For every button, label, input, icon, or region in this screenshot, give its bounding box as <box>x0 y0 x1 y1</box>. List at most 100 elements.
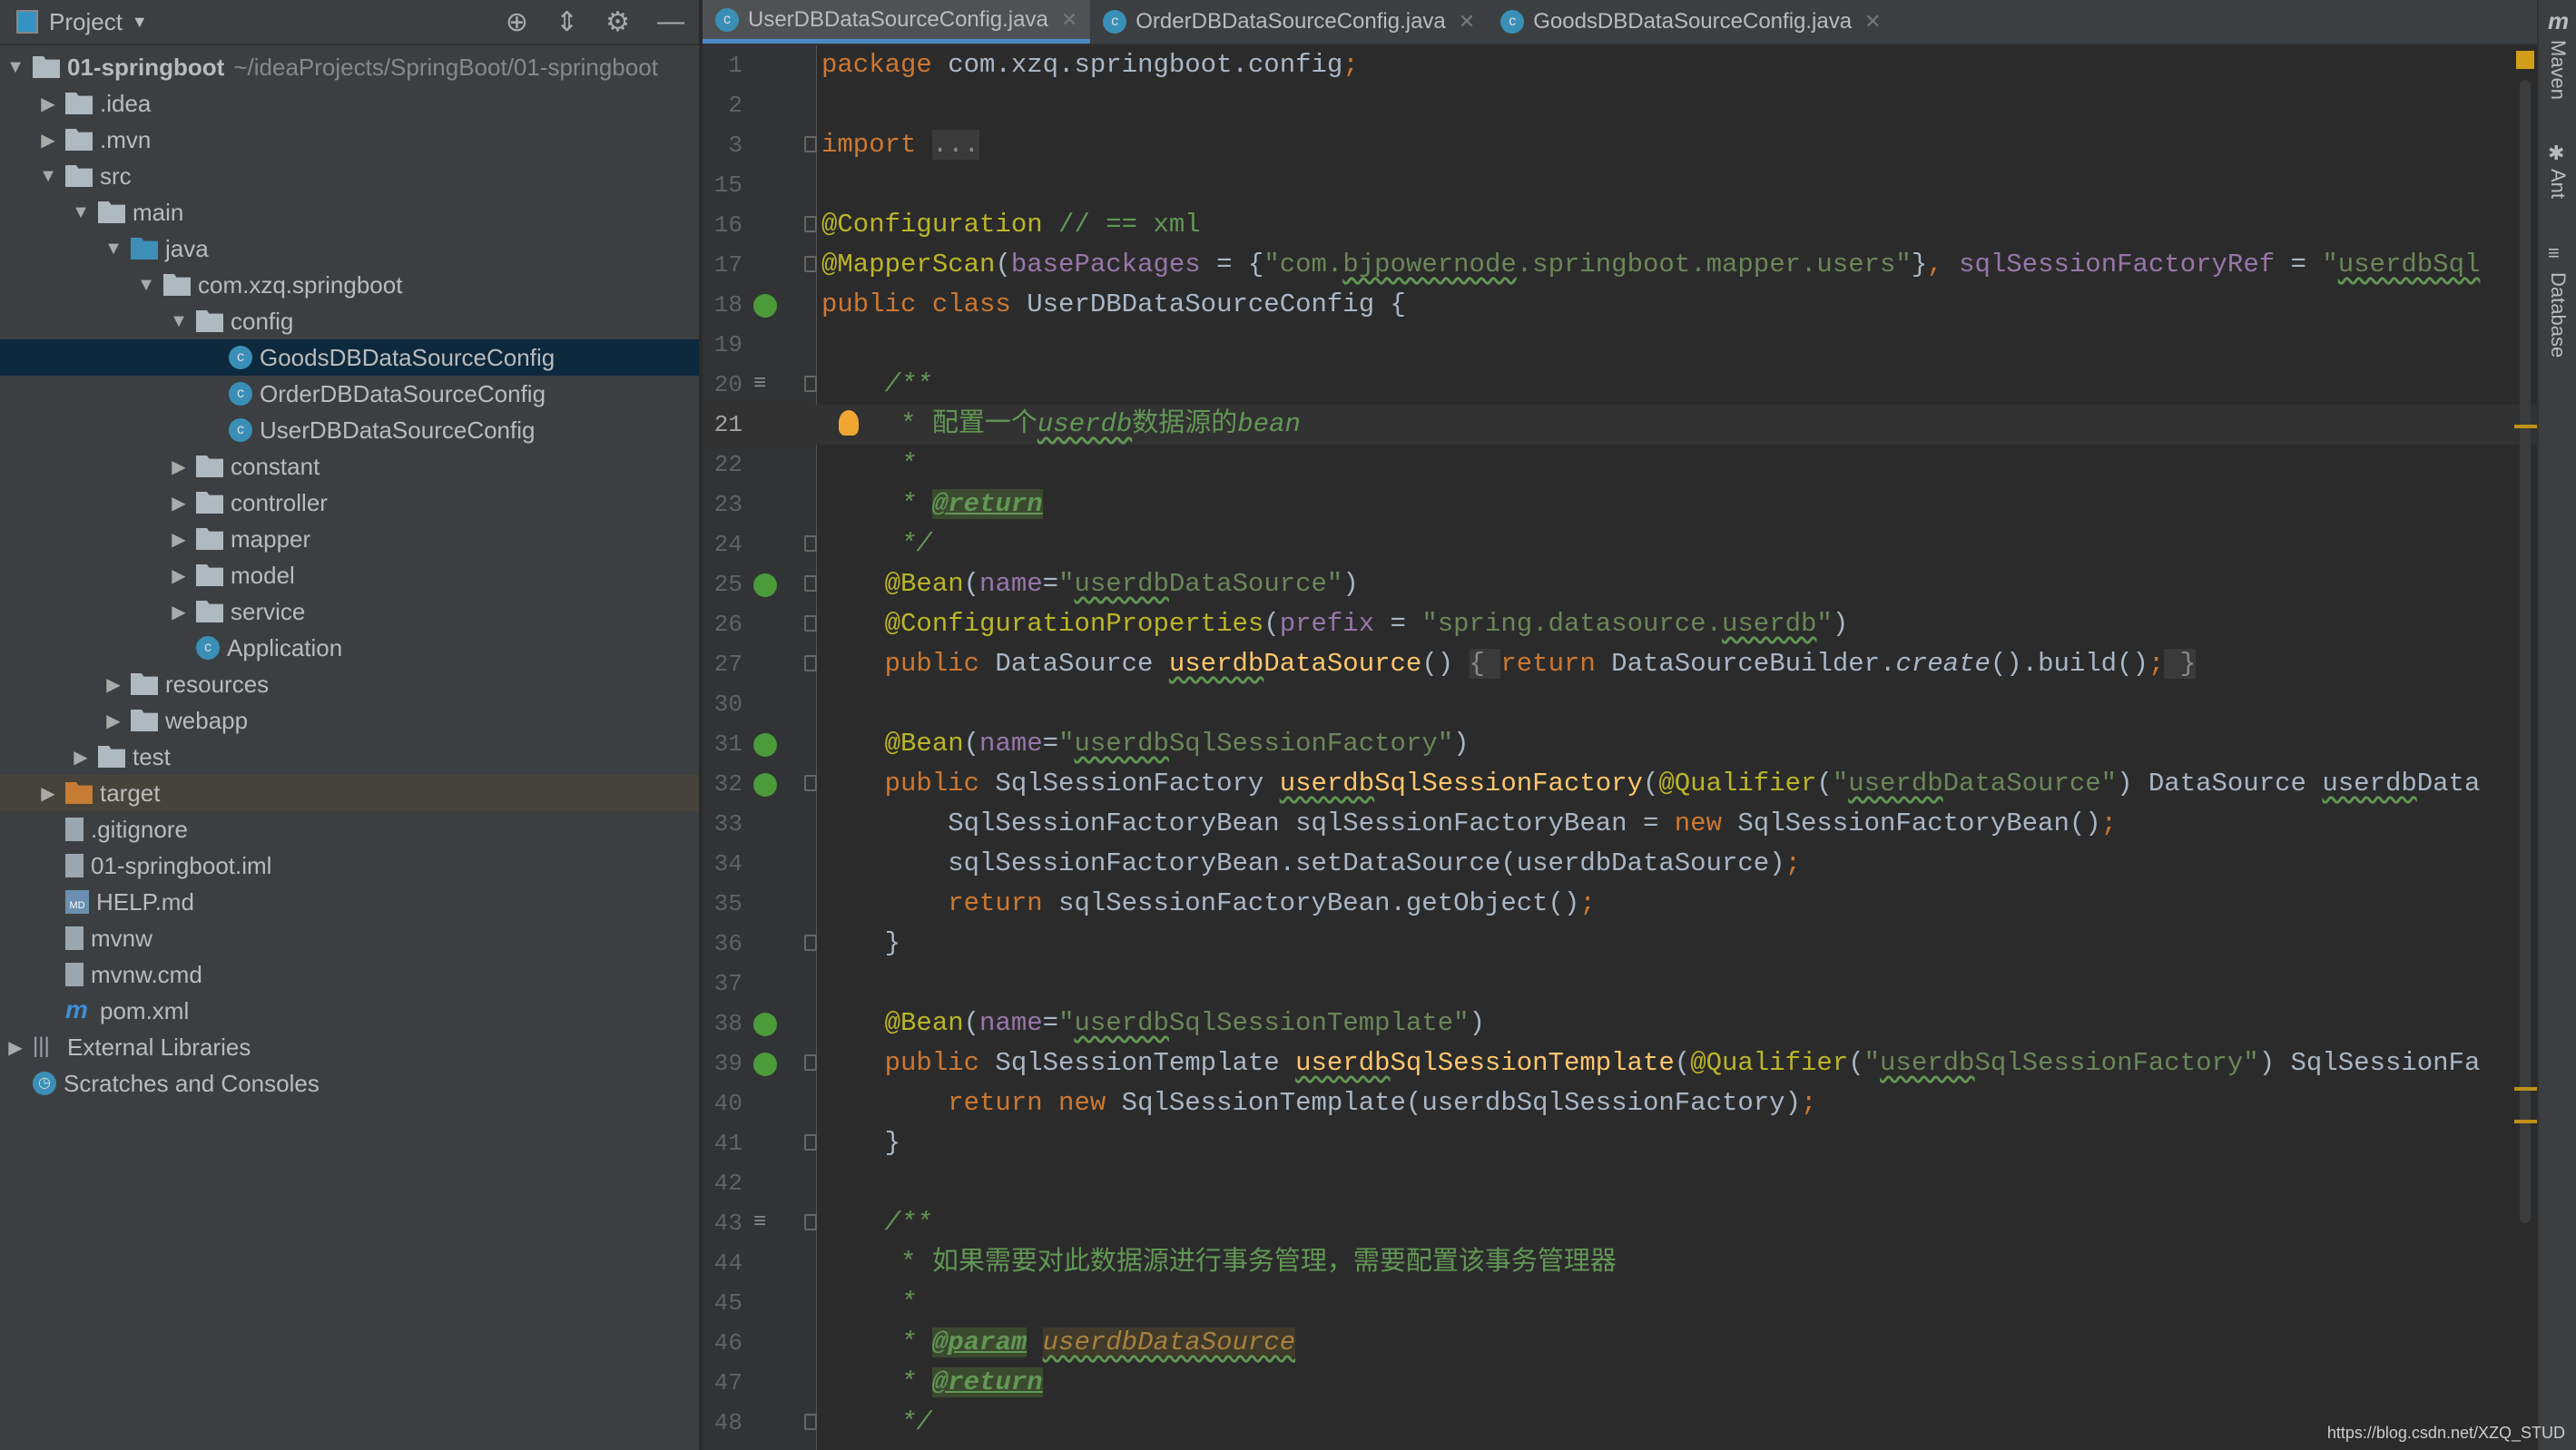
locate-icon[interactable]: ⊕ <box>506 6 528 38</box>
code-line[interactable]: 44 * 如果需要对此数据源进行事务管理，需要配置该事务管理器 <box>703 1243 2537 1283</box>
tree-item[interactable]: ◷ Scratches and Consoles <box>0 1065 699 1102</box>
tool-tab-ant[interactable]: Ant <box>2546 169 2570 199</box>
tree-item[interactable]: c UserDBDataSourceConfig <box>0 412 699 448</box>
tree-item[interactable]: ▶ webapp <box>0 702 699 739</box>
code-line[interactable]: 47 * @return <box>703 1363 2537 1403</box>
code-line[interactable]: 25 @Bean(name="userdbDataSource") <box>703 564 2537 604</box>
fold-marker-icon[interactable] <box>804 575 817 592</box>
tree-item[interactable]: ▶ target <box>0 775 699 811</box>
collapsed-arrow-icon[interactable]: ▶ <box>103 673 123 696</box>
code-line[interactable]: 36 } <box>703 924 2537 964</box>
fold-marker-icon[interactable] <box>804 535 817 552</box>
code-line[interactable]: 17 @MapperScan(basePackages = {"com.bjpow… <box>703 245 2537 285</box>
code-line[interactable]: 19 <box>703 325 2537 365</box>
code-line[interactable]: 48 */ <box>703 1403 2537 1443</box>
collapsed-arrow-icon[interactable]: ▶ <box>169 492 189 514</box>
fold-marker-icon[interactable] <box>804 615 817 632</box>
fold-marker-icon[interactable] <box>804 376 817 392</box>
collapsed-arrow-icon[interactable]: ▶ <box>169 528 189 551</box>
close-icon[interactable]: ✕ <box>1061 8 1077 32</box>
code-line[interactable]: 26 @ConfigurationProperties(prefix = "sp… <box>703 604 2537 644</box>
tree-item[interactable]: m pom.xml <box>0 993 699 1029</box>
gear-icon[interactable]: ⚙ <box>605 6 630 38</box>
minimize-icon[interactable]: — <box>657 6 684 38</box>
tree-item[interactable]: ▶ service <box>0 593 699 630</box>
expanded-arrow-icon[interactable]: ▼ <box>169 311 189 332</box>
fold-marker-icon[interactable] <box>804 1054 817 1071</box>
tab-file[interactable]: c UserDBDataSourceConfig.java ✕ <box>703 0 1091 44</box>
database-icon[interactable]: ≡ <box>2548 241 2560 265</box>
code-line[interactable]: 15 <box>703 165 2537 205</box>
tree-item[interactable]: .gitignore <box>0 811 699 847</box>
tree-item[interactable]: ▶ resources <box>0 666 699 702</box>
code-line[interactable]: 46 * @param userdbDataSource <box>703 1323 2537 1363</box>
spring-bean-gutter-icon[interactable] <box>753 733 777 757</box>
code-line[interactable]: 3 import ... <box>703 125 2537 165</box>
fold-marker-icon[interactable] <box>804 1214 817 1230</box>
tree-item[interactable]: mvnw <box>0 920 699 956</box>
code-editor[interactable]: 1 package com.xzq.springboot.config; 2 3 imp… <box>703 45 2537 1450</box>
spring-bean-gutter-icon[interactable] <box>753 773 777 797</box>
toggle-rendered-view-icon[interactable]: ≡ <box>753 365 777 397</box>
tree-item[interactable]: ▼ main <box>0 194 699 230</box>
editor-scrollbar[interactable] <box>2520 80 2531 1223</box>
collapsed-arrow-icon[interactable]: ▶ <box>38 129 58 152</box>
collapsed-arrow-icon[interactable]: ▶ <box>71 746 91 769</box>
tree-item[interactable]: ▶ mapper <box>0 521 699 557</box>
code-line[interactable]: 24 */ <box>703 524 2537 564</box>
spring-bean-gutter-icon[interactable] <box>753 1013 777 1036</box>
project-view-selector[interactable]: Project <box>49 8 123 36</box>
collapsed-arrow-icon[interactable]: ▶ <box>103 710 123 732</box>
code-line[interactable]: 37 <box>703 964 2537 1004</box>
code-line[interactable]: 22 * <box>703 445 2537 485</box>
maven-icon[interactable]: m <box>2548 7 2569 35</box>
fold-marker-icon[interactable] <box>804 1134 817 1151</box>
code-line[interactable]: 33 SqlSessionFactoryBean sqlSessionFacto… <box>703 804 2537 844</box>
collapsed-arrow-icon[interactable]: ▶ <box>38 782 58 805</box>
chevron-down-icon[interactable]: ▼ <box>132 13 148 32</box>
code-line[interactable]: 1 package com.xzq.springboot.config; <box>703 45 2537 85</box>
tree-item[interactable]: mvnw.cmd <box>0 956 699 993</box>
tree-item[interactable]: ▶ .idea <box>0 85 699 122</box>
code-line[interactable]: 34 sqlSessionFactoryBean.setDataSource(u… <box>703 844 2537 884</box>
code-line[interactable]: 38 @Bean(name="userdbSqlSessionTemplate"… <box>703 1004 2537 1043</box>
tree-item[interactable]: ▼ config <box>0 303 699 339</box>
fold-marker-icon[interactable] <box>804 655 817 671</box>
tree-item[interactable]: c Application <box>0 630 699 666</box>
tree-item[interactable]: ▶ test <box>0 739 699 775</box>
expanded-arrow-icon[interactable]: ▼ <box>5 57 25 78</box>
code-line[interactable]: 21 * 配置一个userdb数据源的bean <box>703 405 2537 445</box>
spring-bean-gutter-icon[interactable] <box>753 1053 777 1076</box>
spring-bean-gutter-icon[interactable] <box>753 573 777 597</box>
tree-item[interactable]: MD HELP.md <box>0 884 699 920</box>
tree-item[interactable]: ▶ model <box>0 557 699 593</box>
code-line[interactable]: 39 public SqlSessionTemplate userdbSqlSe… <box>703 1043 2537 1083</box>
code-line[interactable]: 30 <box>703 684 2537 724</box>
fold-marker-icon[interactable] <box>804 1414 817 1430</box>
code-line[interactable]: 27 public DataSource userdbDataSource() … <box>703 644 2537 684</box>
fold-marker-icon[interactable] <box>804 775 817 791</box>
tree-item[interactable]: ▶ .mvn <box>0 122 699 158</box>
tree-item[interactable]: ▼ 01-springboot ~/ideaProjects/SpringBoot/… <box>0 49 699 85</box>
tree-item[interactable]: c OrderDBDataSourceConfig <box>0 376 699 412</box>
code-line[interactable]: 45 * <box>703 1283 2537 1323</box>
scroll-marker[interactable] <box>2514 425 2540 428</box>
tree-item[interactable]: ▶ ||| External Libraries <box>0 1029 699 1065</box>
fold-marker-icon[interactable] <box>804 935 817 951</box>
tree-item[interactable]: ▶ controller <box>0 485 699 521</box>
collapsed-arrow-icon[interactable]: ▶ <box>38 93 58 115</box>
tree-item[interactable]: ▶ constant <box>0 448 699 485</box>
code-line[interactable]: 16 @Configuration // == xml <box>703 205 2537 245</box>
code-line[interactable]: 2 <box>703 85 2537 125</box>
warning-indicator-icon[interactable] <box>2516 51 2534 69</box>
code-line[interactable]: 41 } <box>703 1123 2537 1163</box>
tree-item[interactable]: ▼ src <box>0 158 699 194</box>
fold-marker-icon[interactable] <box>804 216 817 232</box>
tree-item[interactable]: 01-springboot.iml <box>0 847 699 884</box>
expanded-arrow-icon[interactable]: ▼ <box>136 275 156 296</box>
expanded-arrow-icon[interactable]: ▼ <box>103 239 123 260</box>
spring-bean-gutter-icon[interactable] <box>753 294 777 318</box>
collapse-all-icon[interactable]: ⇕ <box>556 6 578 38</box>
code-line[interactable]: 35 return sqlSessionFactoryBean.getObjec… <box>703 884 2537 924</box>
tool-tab-database[interactable]: Database <box>2546 272 2570 358</box>
